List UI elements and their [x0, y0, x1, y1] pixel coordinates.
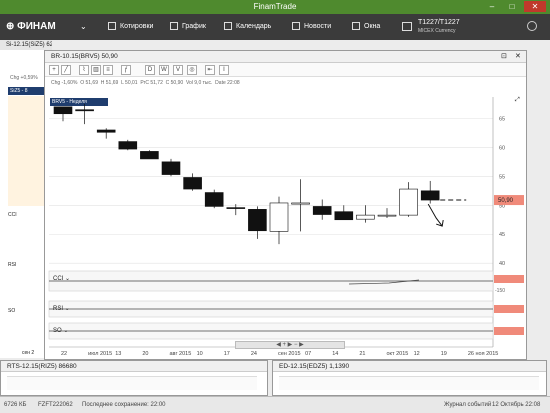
y-tick-label: 65	[499, 116, 505, 122]
windows-icon	[352, 22, 360, 31]
candle-body	[75, 109, 94, 112]
logo-icon: ⊕	[6, 21, 18, 32]
menu-item-quotes[interactable]: Котировки	[108, 14, 153, 40]
candle-body	[399, 188, 418, 216]
status-bar: 6726 КБ FZFT222062 Последнее сохранение:…	[0, 396, 550, 413]
rts-window-title: RTS-12.15(RIZ5) 86680	[1, 361, 267, 372]
menu-item-calendar[interactable]: Календарь	[224, 14, 271, 40]
account-info[interactable]: T1227/T1227 MICEX Currency	[418, 18, 460, 36]
br-chart-window[interactable]: BR-10.15(BRV5) 50,90 ⊡ ✕ + ╱ ⌇ ▥ ≡ ƒ D W…	[44, 50, 527, 360]
candles	[53, 103, 467, 245]
si-x-label: сен 2	[22, 350, 35, 356]
x-tick-label: 26 ноя 2015	[468, 351, 498, 357]
candle-body	[356, 214, 375, 220]
menu-item-news[interactable]: Новости	[292, 14, 331, 40]
candle-body	[377, 214, 397, 217]
si-series-tag: SiZ5 - 8	[8, 87, 44, 95]
chart-canvas[interactable]: 40455055606550,90 22 июл 2015 13 20 авг 2015…	[45, 51, 526, 359]
x-tick-label: авг 2015	[170, 351, 192, 357]
candle-body	[226, 207, 246, 209]
candle-body	[183, 177, 202, 190]
chart-icon	[170, 22, 178, 31]
x-tick-label: 14	[332, 351, 338, 357]
chevron-down-icon[interactable]: ⌄	[80, 22, 87, 31]
si-window-title: Si-12.15(SiZ5) 62964	[0, 40, 52, 50]
maximize-button[interactable]: □	[502, 1, 522, 12]
x-tick-label: 13	[115, 351, 121, 357]
status-datetime: 12 Октябрь 22:08	[492, 402, 541, 408]
candle-body	[140, 151, 159, 160]
indicator-panes	[48, 270, 524, 340]
candle-body	[312, 206, 332, 215]
briefcase-icon[interactable]	[402, 22, 412, 31]
x-tick-label: 22	[61, 351, 67, 357]
candle-body	[161, 161, 181, 175]
candle-body	[334, 211, 354, 221]
minimize-button[interactable]: –	[482, 1, 502, 12]
rts-toolbar[interactable]	[7, 376, 257, 390]
event-journal-link[interactable]: Журнал событий	[444, 402, 491, 408]
quotes-icon	[108, 22, 116, 31]
last-save: Последнее сохранение: 22:00	[82, 402, 166, 408]
y-tick-label: 55	[499, 174, 505, 180]
cci-value: -150	[495, 288, 506, 294]
menu-item-windows[interactable]: Окна	[352, 14, 380, 40]
ed-toolbar[interactable]	[279, 376, 539, 390]
si-plot-area	[8, 96, 44, 206]
y-tick-label: 40	[499, 261, 505, 267]
candle-body	[96, 129, 116, 133]
si-change: Chg +0,59%	[10, 75, 38, 81]
memory-usage: 6726 КБ	[4, 402, 27, 408]
finam-logo: ⊕ ФИНАМ	[6, 21, 56, 32]
si-indicator-cci: CCI	[8, 212, 17, 218]
ed-window-title: ED-12.15(EDZ5) 1,1390	[273, 361, 546, 372]
x-tick-label: 19	[441, 351, 447, 357]
title-bar: FinamTrade – □ ✕	[0, 0, 550, 14]
indicator-value-box	[494, 327, 524, 335]
candle-body	[204, 192, 224, 207]
x-tick-label: 24	[251, 351, 257, 357]
candle-body	[420, 190, 440, 201]
candle-body	[118, 141, 138, 150]
ed-chart-window[interactable]: ED-12.15(EDZ5) 1,1390	[272, 360, 547, 396]
candle-body	[53, 106, 73, 115]
x-tick-label: июл 2015	[88, 351, 112, 357]
settings-icon[interactable]	[527, 21, 537, 31]
y-tick-label: 45	[499, 232, 505, 238]
si-indicator-rsi: RSI	[8, 262, 17, 268]
indicator-so-label[interactable]: SO ⌄	[53, 327, 68, 334]
indicator-value-box	[494, 275, 524, 283]
indicator-rsi-label[interactable]: RSI ⌄	[53, 305, 70, 312]
x-tick-label: 20	[142, 351, 148, 357]
window-title: FinamTrade	[253, 2, 297, 11]
candle-body	[291, 202, 310, 205]
indicator-cci-label[interactable]: CCI ⌄	[53, 275, 70, 282]
candle-body	[269, 202, 289, 232]
news-icon	[292, 22, 300, 31]
status-account: FZFT222062	[38, 402, 73, 408]
menu-item-chart[interactable]: График	[170, 14, 206, 40]
close-button[interactable]: ✕	[524, 1, 546, 12]
chart-scroll-nav[interactable]: ◀ + ▶ − ▶	[235, 341, 345, 349]
x-tick-label: 21	[359, 351, 365, 357]
x-tick-label: 10	[197, 351, 203, 357]
drawn-arrow	[427, 203, 443, 227]
si-indicator-so: SO	[8, 308, 16, 314]
calendar-icon	[224, 22, 232, 31]
rts-chart-window[interactable]: RTS-12.15(RIZ5) 86680	[0, 360, 268, 396]
x-tick-label: сен 2015	[278, 351, 301, 357]
x-tick-label: окт 2015	[387, 351, 409, 357]
main-menubar: ⊕ ФИНАМ ⌄ Котировки График Календарь Нов…	[0, 14, 550, 40]
last-price-label: 50,90	[498, 198, 514, 204]
candle-body	[248, 209, 267, 232]
y-tick-label: 60	[499, 145, 505, 151]
x-tick-label: 17	[224, 351, 230, 357]
x-tick-label: 07	[305, 351, 311, 357]
indicator-value-box	[494, 305, 524, 313]
x-tick-label: 12	[414, 351, 420, 357]
